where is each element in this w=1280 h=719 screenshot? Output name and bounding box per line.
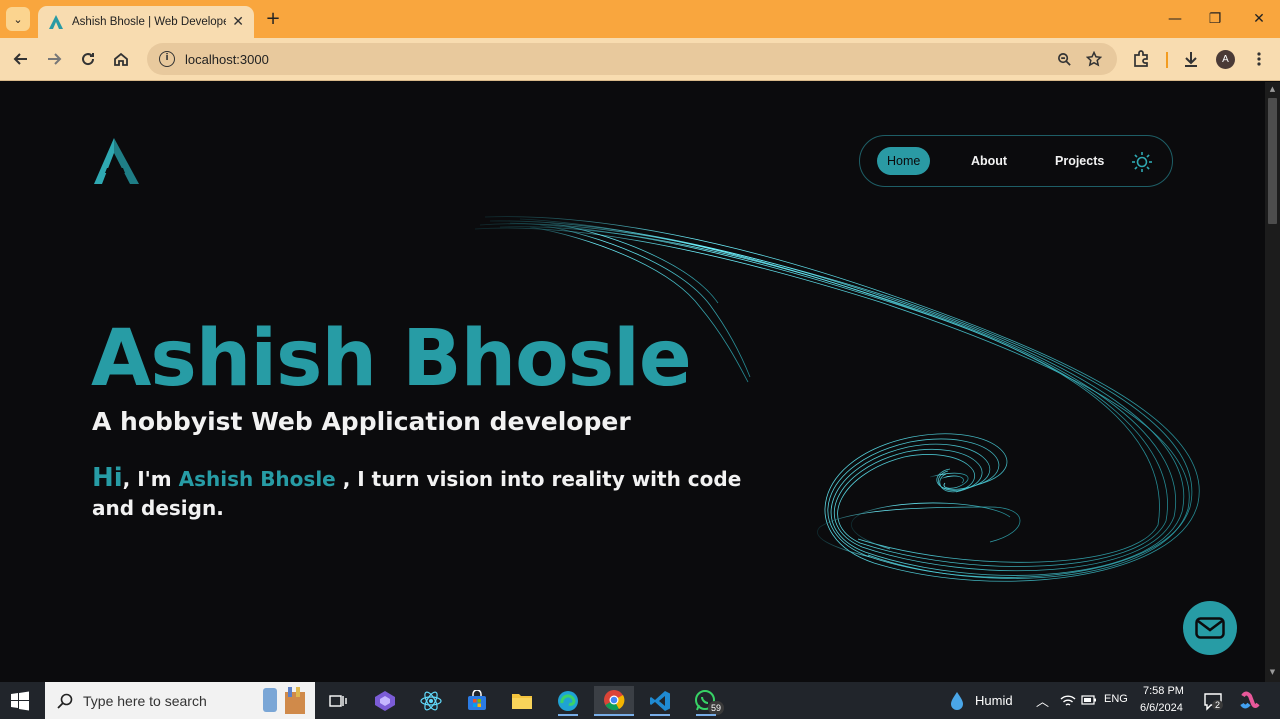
hero-subtitle: A hobbyist Web Application developer [92, 407, 631, 436]
downloads-button[interactable] [1178, 46, 1204, 72]
battery-icon[interactable] [1081, 694, 1097, 706]
page-scrollbar[interactable]: ▲ ▼ [1265, 82, 1280, 682]
tab-search-button[interactable]: ⌄ [6, 7, 30, 31]
nav-projects-link[interactable]: Projects [1055, 147, 1104, 175]
browser-toolbar: i localhost:3000 A [0, 38, 1280, 81]
taskbar-app-edge[interactable] [548, 686, 588, 716]
copilot-app-icon [375, 691, 395, 711]
edge-browser-icon [558, 691, 578, 711]
taskbar-app-react[interactable] [411, 686, 451, 716]
restore-button[interactable]: ❐ [1204, 8, 1226, 30]
contact-mail-button[interactable] [1183, 601, 1237, 655]
search-placeholder: Type here to search [83, 692, 207, 709]
scroll-up-arrow-icon[interactable]: ▲ [1268, 85, 1277, 95]
nav-home-link[interactable]: Home [877, 147, 931, 175]
search-highlight-illustration-icon [263, 687, 305, 714]
nav-about-link[interactable]: About [971, 147, 1007, 175]
taskbar-app-vscode[interactable] [640, 686, 680, 716]
scroll-thumb[interactable] [1268, 98, 1277, 224]
browser-menu-button[interactable] [1246, 46, 1272, 72]
site-favicon-icon [49, 15, 63, 29]
vscode-app-icon [650, 691, 670, 711]
chrome-browser-icon [604, 690, 625, 711]
language-indicator[interactable]: ENG [1104, 693, 1128, 705]
minimize-button[interactable]: — [1164, 8, 1186, 30]
wifi-icon[interactable] [1060, 694, 1076, 708]
hero-intro-before: , I'm [122, 467, 179, 491]
task-view-icon [329, 695, 347, 707]
weather-label[interactable]: Humid [975, 693, 1013, 708]
home-button[interactable] [108, 46, 134, 72]
puzzle-icon [1134, 50, 1148, 67]
tab-title: Ashish Bhosle | Web Developer [72, 16, 227, 28]
whatsapp-unread-badge: 59 [708, 701, 724, 715]
windows-taskbar: Type here to search 59 Humid ︿ ENG 7:58 … [0, 682, 1280, 719]
extensions-button[interactable] [1128, 46, 1154, 72]
tab-close-icon[interactable]: ✕ [232, 14, 244, 30]
forward-button[interactable] [41, 46, 67, 72]
weather-droplet-icon[interactable] [946, 690, 968, 712]
taskbar-app-file-explorer[interactable] [502, 686, 542, 716]
page-viewport: Home About Projects Ashish Bhosle A hobb… [0, 82, 1265, 682]
notifications-badge: 2 [1212, 700, 1224, 710]
download-icon [1185, 52, 1197, 67]
reload-icon [82, 53, 95, 66]
profile-avatar[interactable]: A [1216, 50, 1235, 69]
mail-icon [1195, 617, 1225, 639]
tray-expand-chevron-icon[interactable]: ︿ [1036, 691, 1049, 710]
forward-arrow-icon [48, 53, 62, 65]
search-icon [57, 693, 73, 709]
hero-hi: Hi [92, 463, 123, 493]
taskbar-app-copilot[interactable] [365, 686, 405, 716]
toolbar-separator [1166, 52, 1168, 68]
store-app-icon [468, 690, 486, 710]
hero-description: Hi, I'm Ashish Bhosle , I turn vision in… [92, 464, 752, 523]
kebab-menu-icon [1257, 52, 1261, 66]
task-view-button[interactable] [318, 686, 358, 716]
browser-tab[interactable]: Ashish Bhosle | Web Developer ✕ [38, 6, 254, 38]
new-tab-button[interactable]: + [262, 8, 284, 30]
clock-time[interactable]: 7:58 PM [1143, 685, 1184, 697]
zoom-icon[interactable] [1054, 49, 1074, 69]
address-bar[interactable]: i localhost:3000 [147, 43, 1117, 75]
hero-name: Ashish Bhosle [91, 314, 692, 404]
bookmark-star-icon[interactable] [1084, 49, 1104, 69]
copilot-tray-icon[interactable] [1240, 690, 1260, 710]
theme-toggle-sun-icon[interactable] [1131, 151, 1153, 173]
site-logo-icon[interactable] [93, 138, 139, 184]
back-button[interactable] [8, 46, 34, 72]
site-info-icon[interactable]: i [159, 51, 175, 67]
hero-intro-name: Ashish Bhosle [178, 467, 336, 491]
taskbar-app-whatsapp[interactable]: 59 [686, 686, 726, 716]
scroll-down-arrow-icon[interactable]: ▼ [1268, 668, 1277, 678]
home-icon [114, 52, 128, 66]
taskbar-search-box[interactable]: Type here to search [45, 682, 315, 719]
clock-date[interactable]: 6/6/2024 [1140, 702, 1183, 714]
windows-start-icon[interactable] [10, 691, 30, 711]
back-arrow-icon [13, 53, 27, 65]
react-app-icon [420, 691, 442, 711]
tab-strip: ⌄ Ashish Bhosle | Web Developer ✕ + — ❐ … [0, 0, 1280, 38]
reload-button[interactable] [75, 46, 101, 72]
folder-icon [512, 694, 532, 709]
main-nav: Home About Projects [859, 135, 1173, 187]
taskbar-app-chrome[interactable] [594, 686, 634, 716]
close-window-button[interactable]: ✕ [1248, 8, 1270, 30]
url-text: localhost:3000 [185, 51, 269, 67]
taskbar-app-store[interactable] [457, 686, 497, 716]
